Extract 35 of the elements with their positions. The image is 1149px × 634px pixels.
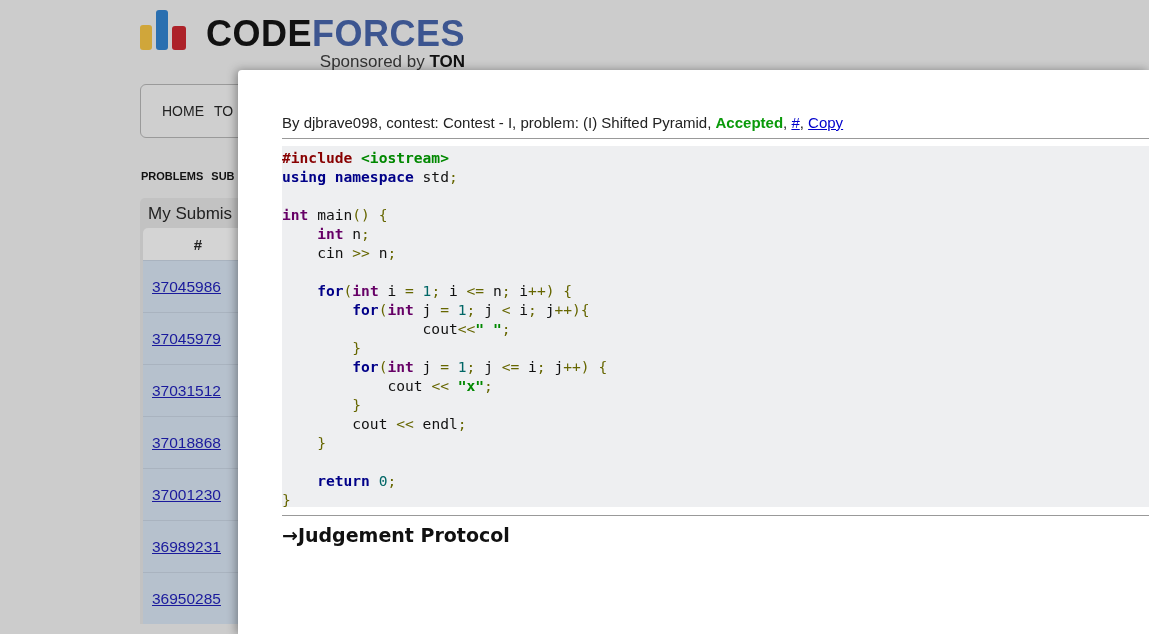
submission-link[interactable]: 36950285 [152, 589, 221, 608]
submenu-item[interactable]: SUB [211, 170, 235, 198]
code-line: int main() { [282, 205, 389, 224]
code-line: } [351, 395, 363, 414]
code-line: #include <iostream> [282, 148, 450, 167]
code-line: return 0; [316, 471, 398, 490]
code-line: for(int j = 1; j <= i; j++) { [351, 357, 609, 376]
code-line: } [351, 338, 363, 357]
code-line: cout<<" "; [421, 319, 512, 338]
submission-link[interactable]: 37045986 [152, 277, 221, 296]
code-line: using namespace std; [282, 167, 459, 186]
info-link[interactable]: # [791, 114, 800, 131]
menu-item[interactable]: HOME [162, 103, 204, 119]
column-header: # [192, 235, 204, 253]
code-line: cout << "x"; [386, 376, 494, 395]
panel-title: My Submis [148, 204, 233, 224]
submission-link[interactable]: 37001230 [152, 485, 221, 504]
code-line: int n; [316, 224, 371, 243]
submission-link[interactable]: 37018868 [152, 433, 221, 452]
logo-wordmark[interactable]: CODEFORCES [206, 16, 466, 52]
info-link[interactable]: Copy [808, 114, 844, 131]
sponsor-text: Sponsored by TON [319, 52, 466, 72]
submission-link[interactable]: 37045979 [152, 329, 221, 348]
menu-item[interactable]: TO [214, 103, 234, 119]
code-line: } [316, 433, 327, 452]
code-line: cout << endl; [351, 414, 468, 433]
judgement-protocol-link[interactable]: →Judgement Protocol [282, 524, 510, 546]
submenu-item[interactable]: PROBLEMS [141, 170, 204, 198]
submission-link[interactable]: 36989231 [152, 537, 221, 556]
submission-info: By djbrave098, contest: Contest - I, problem: (I) Shifted Pyramid, Accepted, #, Copy [282, 114, 845, 133]
code-line: for(int j = 1; j < i; j++){ [351, 300, 591, 319]
code-line: for(int i = 1; i <= n; i++) { [316, 281, 574, 300]
code-line: cin >> n; [316, 243, 398, 262]
code-line: } [282, 490, 292, 509]
submission-link[interactable]: 37031512 [152, 381, 221, 400]
